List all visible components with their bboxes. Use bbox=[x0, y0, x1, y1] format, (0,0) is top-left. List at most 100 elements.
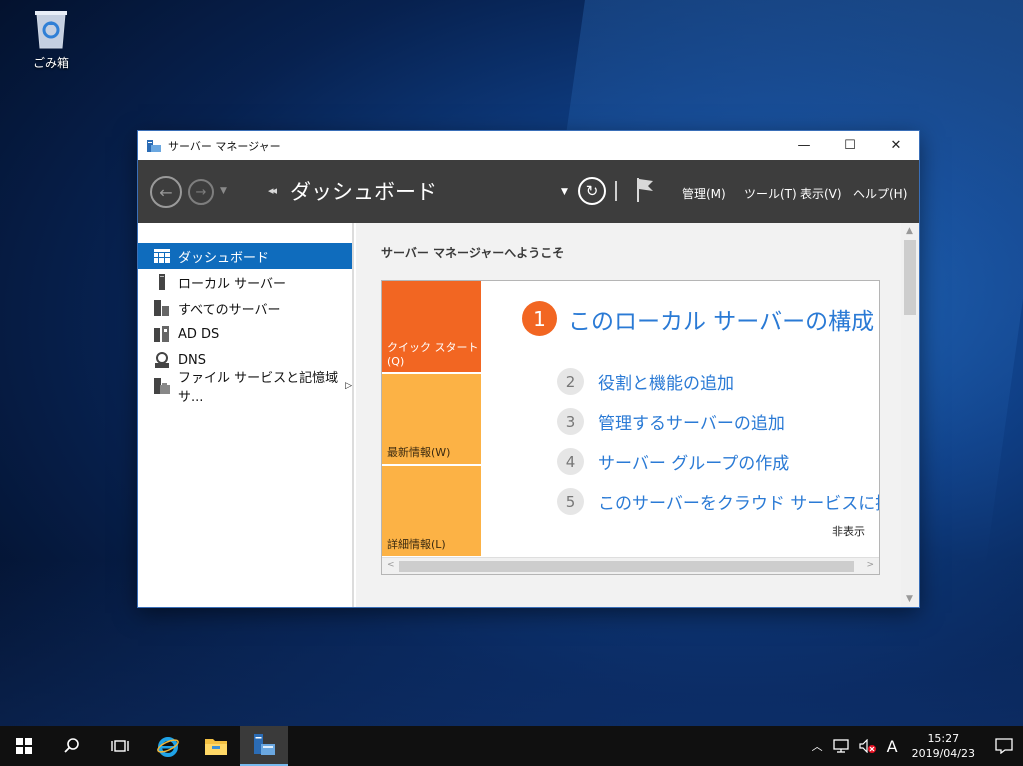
servers-icon bbox=[154, 300, 170, 316]
nav-item-all-servers[interactable]: すべてのサーバー bbox=[138, 295, 352, 321]
step-add-roles[interactable]: 2 役割と機能の追加 bbox=[557, 368, 734, 395]
server-icon bbox=[154, 274, 170, 290]
recycle-bin-label: ごみ箱 bbox=[32, 56, 69, 70]
vertical-scroll-thumb[interactable] bbox=[904, 240, 916, 315]
recycle-bin-icon bbox=[31, 6, 71, 50]
clock-date: 2019/04/23 bbox=[911, 747, 975, 760]
step-number: 2 bbox=[557, 368, 584, 395]
server-manager-icon bbox=[254, 734, 275, 755]
step-link[interactable]: サーバー グループの作成 bbox=[598, 449, 789, 474]
window-title: サーバー マネージャー bbox=[168, 139, 281, 153]
file-explorer-button[interactable] bbox=[192, 726, 240, 766]
action-center-button[interactable] bbox=[985, 726, 1023, 766]
close-button[interactable]: ✕ bbox=[873, 131, 919, 160]
scroll-down-icon[interactable]: ▼ bbox=[906, 594, 913, 604]
server-manager-window: サーバー マネージャー — ☐ ✕ ← → ▼ ◂◂ ダッシュボード ▼ ↻ 管… bbox=[138, 131, 919, 607]
search-button[interactable] bbox=[48, 726, 96, 766]
navigation-pane: ダッシュボード ローカル サーバー すべてのサーバー AD DS DNS ファイ… bbox=[138, 223, 354, 607]
volume-muted-icon[interactable] bbox=[859, 739, 877, 753]
step-add-servers[interactable]: 3 管理するサーバーの追加 bbox=[557, 408, 785, 435]
taskbar: ︿ A 15:27 2019/04/23 bbox=[0, 726, 1023, 766]
ad-ds-icon bbox=[154, 326, 170, 342]
dashboard-content: サーバー マネージャーへようこそ クイック スタート(Q) 最新情報(W) 詳細… bbox=[356, 223, 901, 607]
toolbar: ← → ▼ ◂◂ ダッシュボード ▼ ↻ 管理(M) ツール(T) 表示(V) … bbox=[138, 160, 919, 223]
horizontal-scrollbar[interactable]: < > bbox=[382, 557, 879, 574]
arrow-left-icon: ← bbox=[159, 182, 173, 202]
arrow-right-icon: → bbox=[195, 184, 207, 200]
menu-help[interactable]: ヘルプ(H) bbox=[853, 185, 907, 202]
task-view-button[interactable] bbox=[96, 726, 144, 766]
tile-learn-more[interactable]: 詳細情報(L) bbox=[382, 466, 481, 556]
toolbar-separator bbox=[615, 181, 617, 201]
step-number: 1 bbox=[522, 301, 557, 336]
step-connect-cloud[interactable]: 5 このサーバーをクラウド サービスに接続する bbox=[557, 488, 879, 515]
server-manager-app-icon bbox=[146, 138, 162, 154]
notifications-flag-icon[interactable] bbox=[636, 177, 654, 207]
scroll-up-icon[interactable]: ▲ bbox=[906, 226, 913, 236]
task-view-icon bbox=[111, 740, 129, 752]
clock[interactable]: 15:27 2019/04/23 bbox=[912, 731, 975, 761]
maximize-button[interactable]: ☐ bbox=[827, 131, 873, 160]
clock-time: 15:27 bbox=[927, 732, 960, 745]
scroll-left-icon[interactable]: < bbox=[387, 560, 395, 570]
system-tray: ︿ A 15:27 2019/04/23 bbox=[812, 726, 1023, 766]
step-number: 5 bbox=[557, 488, 584, 515]
nav-item-label: AD DS bbox=[178, 326, 220, 342]
start-icon bbox=[16, 738, 32, 754]
nav-item-local-server[interactable]: ローカル サーバー bbox=[138, 269, 352, 295]
nav-item-file-storage[interactable]: ファイル サービスと記憶域サ... ▷ bbox=[138, 371, 352, 405]
step-link[interactable]: 役割と機能の追加 bbox=[598, 369, 734, 394]
tile-quick-start[interactable]: クイック スタート(Q) bbox=[382, 281, 481, 372]
step-create-server-group[interactable]: 4 サーバー グループの作成 bbox=[557, 448, 789, 475]
show-hidden-icons-icon[interactable]: ︿ bbox=[812, 738, 823, 754]
search-icon bbox=[64, 738, 79, 753]
page-title: ダッシュボード bbox=[290, 180, 437, 204]
step-link[interactable]: このサーバーをクラウド サービスに接続する bbox=[598, 489, 879, 514]
tile-label: 最新情報(W) bbox=[387, 446, 451, 459]
internet-explorer-button[interactable] bbox=[144, 726, 192, 766]
refresh-button[interactable]: ↻ bbox=[578, 177, 606, 205]
menu-tools[interactable]: ツール(T) bbox=[744, 185, 797, 202]
file-services-icon bbox=[154, 378, 170, 394]
step-configure-local-server[interactable]: 1 このローカル サーバーの構成 bbox=[522, 301, 874, 336]
breadcrumb-dropdown-icon[interactable]: ▼ bbox=[561, 187, 568, 197]
submenu-arrow-icon[interactable]: ▷ bbox=[345, 381, 352, 391]
tile-whats-new[interactable]: 最新情報(W) bbox=[382, 374, 481, 464]
nav-item-label: ローカル サーバー bbox=[178, 276, 287, 292]
step-link[interactable]: 管理するサーバーの追加 bbox=[598, 409, 785, 434]
dashboard-icon bbox=[154, 248, 170, 264]
server-manager-taskbar-button[interactable] bbox=[240, 726, 288, 766]
nav-item-ad-ds[interactable]: AD DS bbox=[138, 321, 352, 347]
scroll-right-icon[interactable]: > bbox=[866, 560, 874, 570]
tile-label: クイック スタート(Q) bbox=[387, 341, 479, 368]
step-number: 4 bbox=[557, 448, 584, 475]
breadcrumb-arrow-icon: ◂◂ bbox=[268, 184, 277, 197]
recycle-bin-desktop-icon[interactable]: ごみ箱 bbox=[22, 6, 80, 71]
nav-item-label: ダッシュボード bbox=[178, 250, 270, 266]
nav-item-dashboard[interactable]: ダッシュボード bbox=[138, 243, 352, 269]
hide-link[interactable]: 非表示 bbox=[832, 523, 865, 539]
minimize-button[interactable]: — bbox=[781, 131, 827, 160]
start-button[interactable] bbox=[0, 726, 48, 766]
history-dropdown-icon[interactable]: ▼ bbox=[220, 186, 227, 196]
vertical-scrollbar[interactable]: ▲ ▼ bbox=[901, 223, 919, 607]
ime-indicator[interactable]: A bbox=[887, 737, 898, 756]
tile-label: 詳細情報(L) bbox=[387, 538, 446, 551]
action-center-icon bbox=[995, 738, 1013, 754]
welcome-title: サーバー マネージャーへようこそ bbox=[381, 246, 565, 260]
horizontal-scroll-thumb[interactable] bbox=[399, 561, 854, 572]
step-link[interactable]: このローカル サーバーの構成 bbox=[568, 302, 874, 336]
network-icon[interactable] bbox=[832, 739, 849, 753]
welcome-panel: クイック スタート(Q) 最新情報(W) 詳細情報(L) 1 このローカル サー… bbox=[381, 280, 880, 575]
nav-item-label: ファイル サービスと記憶域サ... bbox=[178, 371, 339, 405]
back-button[interactable]: ← bbox=[150, 176, 182, 208]
nav-item-label: DNS bbox=[178, 352, 206, 368]
menu-view[interactable]: 表示(V) bbox=[800, 185, 842, 202]
window-titlebar[interactable]: サーバー マネージャー — ☐ ✕ bbox=[138, 131, 919, 160]
dns-icon bbox=[154, 352, 170, 368]
step-number: 3 bbox=[557, 408, 584, 435]
forward-button[interactable]: → bbox=[188, 179, 214, 205]
refresh-icon: ↻ bbox=[585, 182, 599, 200]
nav-item-label: すべてのサーバー bbox=[178, 302, 281, 318]
menu-manage[interactable]: 管理(M) bbox=[682, 185, 726, 202]
